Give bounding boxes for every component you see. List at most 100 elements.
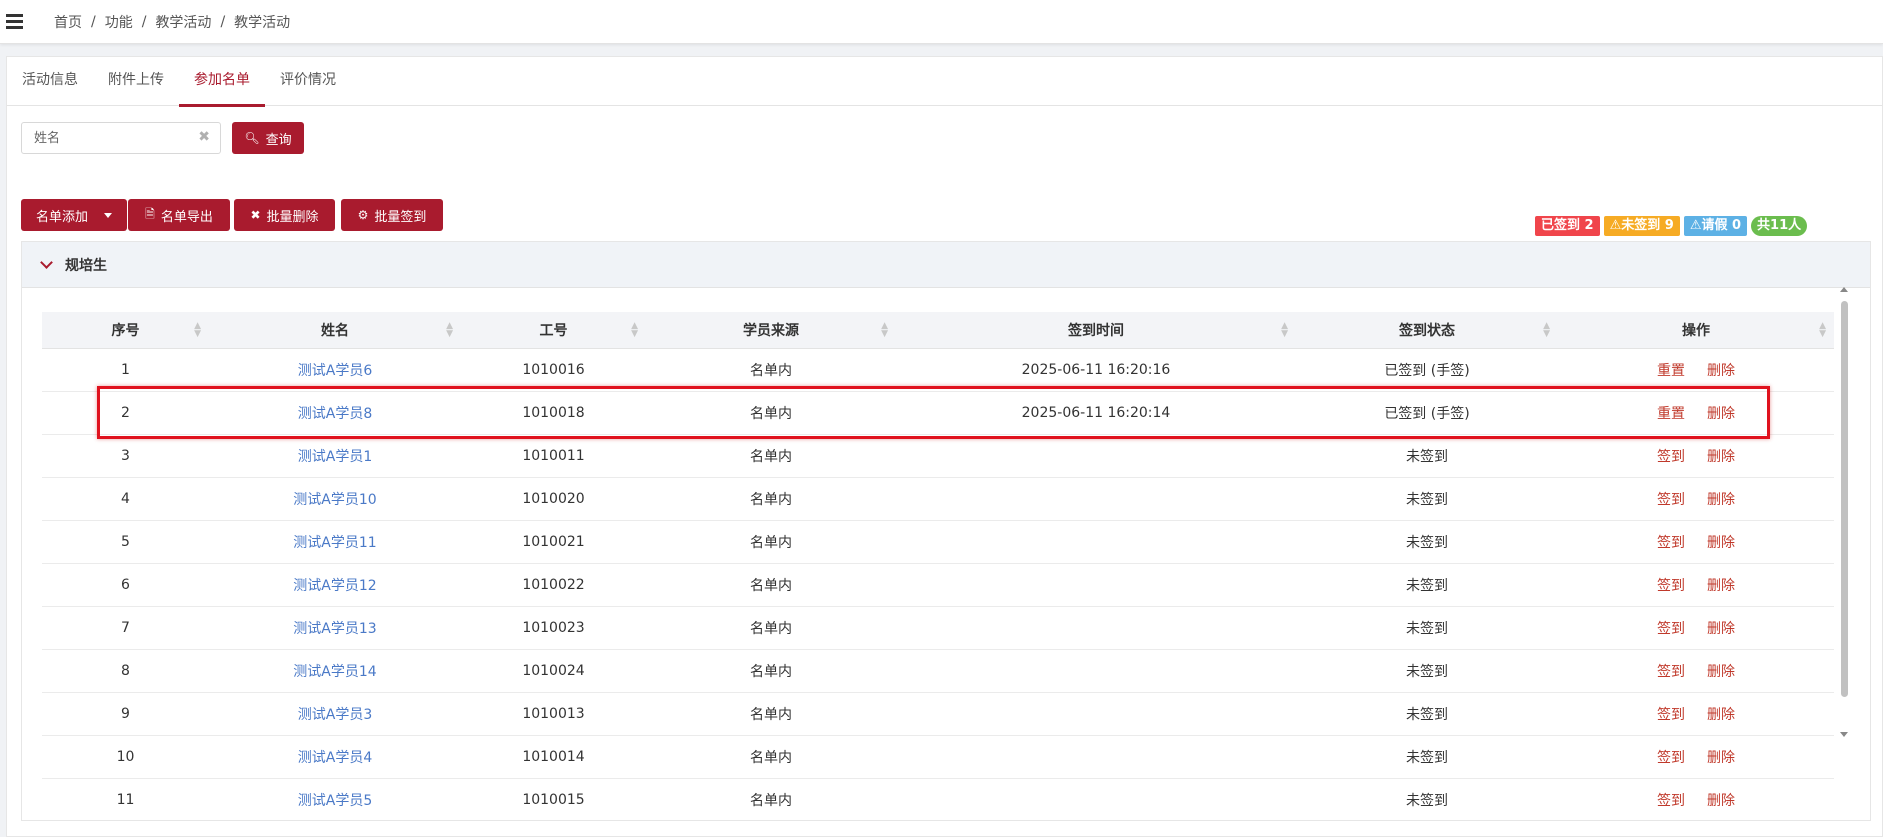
table-row: 5 测试A学员11 1010021 名单内 未签到 签到 删除 <box>42 520 1834 563</box>
row-primary-action-link[interactable]: 签到 <box>1657 707 1685 723</box>
cell-signin-status: 未签到 <box>1406 620 1448 637</box>
breadcrumb-item-function[interactable]: 功能 <box>105 12 133 32</box>
table-scrollbar[interactable] <box>1837 287 1851 737</box>
row-delete-link[interactable]: 删除 <box>1707 535 1735 551</box>
column-header-id[interactable]: 工号 ▲ ▼ <box>461 312 646 349</box>
row-primary-action-link[interactable]: 签到 <box>1657 449 1685 465</box>
cell-signin-status: 已签到 (手签) <box>1384 362 1470 379</box>
cell-name: 测试A学员14 <box>209 649 461 692</box>
row-primary-action-link[interactable]: 重置 <box>1657 406 1685 422</box>
total-count-badge: 共11人 <box>1751 216 1808 236</box>
row-delete-link[interactable]: 删除 <box>1707 578 1735 594</box>
cell-index: 10 <box>116 748 135 765</box>
cell-signin-time <box>896 477 1296 520</box>
breadcrumb-item-home[interactable]: 首页 <box>54 12 82 32</box>
tab-bar: 活动信息 附件上传 参加名单 评价情况 <box>7 57 1882 107</box>
trainee-name-link[interactable]: 测试A学员6 <box>298 363 372 379</box>
column-header-name[interactable]: 姓名 ▲ ▼ <box>209 312 461 349</box>
row-delete-link[interactable]: 删除 <box>1707 621 1735 637</box>
row-delete-link[interactable]: 删除 <box>1707 406 1735 422</box>
row-primary-action-link[interactable]: 签到 <box>1657 621 1685 637</box>
row-primary-action-link[interactable]: 签到 <box>1657 750 1685 766</box>
cell-actions: 签到 删除 <box>1558 606 1834 649</box>
cell-index: 1 <box>121 361 130 378</box>
trainee-name-link[interactable]: 测试A学员3 <box>298 707 372 723</box>
row-primary-action-link[interactable]: 签到 <box>1657 793 1685 809</box>
trainee-name-link[interactable]: 测试A学员8 <box>298 406 372 422</box>
scroll-down-arrow-icon[interactable] <box>1840 732 1848 737</box>
column-header-signin-time[interactable]: 签到时间 ▲ ▼ <box>896 312 1296 349</box>
row-delete-link[interactable]: 删除 <box>1707 449 1735 465</box>
export-list-button[interactable]: 🗎 名单导出 <box>128 199 230 231</box>
row-primary-action-link[interactable]: 重置 <box>1657 363 1685 379</box>
leave-count-badge: ⚠请假 0 <box>1683 216 1748 236</box>
table-row: 2 测试A学员8 1010018 名单内 2025-06-11 16:20:14 已签到 … <box>42 391 1834 434</box>
trainee-name-link[interactable]: 测试A学员4 <box>298 750 372 766</box>
column-header-index[interactable]: 序号 ▲ ▼ <box>42 312 209 349</box>
cell-actions: 签到 删除 <box>1558 520 1834 563</box>
batch-delete-button[interactable]: ✖ 批量删除 <box>234 199 335 231</box>
tab-evaluation[interactable]: 评价情况 <box>265 57 351 105</box>
row-delete-link[interactable]: 删除 <box>1707 707 1735 723</box>
row-primary-action-link[interactable]: 签到 <box>1657 664 1685 680</box>
add-list-button[interactable]: 名单添加 <box>21 199 127 231</box>
breadcrumb-item-current: 教学活动 <box>234 14 291 31</box>
cell-name: 测试A学员13 <box>209 606 461 649</box>
cell-signin-time <box>896 563 1296 606</box>
row-delete-link[interactable]: 删除 <box>1707 793 1735 809</box>
signed-count-badge: 已签到 2 <box>1535 216 1600 236</box>
tab-participant-list[interactable]: 参加名单 <box>179 57 265 107</box>
row-primary-action-link[interactable]: 签到 <box>1657 492 1685 508</box>
row-delete-link[interactable]: 删除 <box>1707 750 1735 766</box>
cell-signin-time <box>896 735 1296 778</box>
breadcrumb: 首页 / 功能 / 教学活动 / 教学活动 <box>54 12 290 32</box>
participant-table: 序号 ▲ ▼ 姓名 ▲ ▼ 工号 ▲ ▼ 学员来源 ▲ ▼ 签到时间 ▲ ▼ 签到状态 ▲ ▼ 操作 ▲ ▼… <box>42 312 1834 808</box>
excel-file-icon: 🗎 <box>145 206 155 221</box>
tab-activity-info[interactable]: 活动信息 <box>7 57 93 105</box>
table-row: 10 测试A学员4 1010014 名单内 未签到 签到 删除 <box>42 735 1834 778</box>
sort-icon: ▲ ▼ <box>631 321 638 339</box>
cell-index: 11 <box>116 791 135 808</box>
column-header-actions: 操作 ▲ ▼ <box>1558 312 1834 349</box>
trainee-name-link[interactable]: 测试A学员12 <box>293 578 376 594</box>
cell-name: 测试A学员10 <box>209 477 461 520</box>
trainee-name-link[interactable]: 测试A学员5 <box>298 793 372 809</box>
sort-icon: ▲ ▼ <box>881 321 888 339</box>
cell-index: 2 <box>121 404 130 421</box>
tab-attachment-upload[interactable]: 附件上传 <box>93 57 179 105</box>
menu-toggle-icon[interactable] <box>0 0 32 44</box>
batch-signin-button[interactable]: ⚙ 批量签到 <box>341 199 443 231</box>
breadcrumb-item-teaching[interactable]: 教学活动 <box>155 12 211 32</box>
clear-icon[interactable]: ✖ <box>198 129 210 145</box>
column-header-signin-status[interactable]: 签到状态 ▲ ▼ <box>1296 312 1558 349</box>
scroll-up-arrow-icon[interactable] <box>1840 287 1848 292</box>
trainee-name-link[interactable]: 测试A学员11 <box>293 535 376 551</box>
cell-index: 9 <box>121 705 130 722</box>
panel-header[interactable]: 规培生 <box>22 242 1870 288</box>
row-delete-link[interactable]: 删除 <box>1707 664 1735 680</box>
cell-id: 1010018 <box>522 404 585 421</box>
row-delete-link[interactable]: 删除 <box>1707 363 1735 379</box>
row-delete-link[interactable]: 删除 <box>1707 492 1735 508</box>
caret-down-icon <box>104 212 112 218</box>
trainee-name-link[interactable]: 测试A学员1 <box>298 449 372 465</box>
scroll-thumb[interactable] <box>1841 301 1848 697</box>
summary-badges: 已签到 2 ⚠未签到 9 ⚠请假 0 共11人 <box>1535 216 1808 236</box>
row-primary-action-link[interactable]: 签到 <box>1657 578 1685 594</box>
cell-signin-time <box>896 778 1296 808</box>
query-button-label: 查询 <box>265 132 292 148</box>
name-search-input[interactable] <box>22 123 187 153</box>
table-header-row: 序号 ▲ ▼ 姓名 ▲ ▼ 工号 ▲ ▼ 学员来源 ▲ ▼ 签到时间 ▲ ▼ 签到状态 ▲ ▼ 操作 ▲ ▼ <box>42 312 1834 349</box>
cell-index: 7 <box>121 619 130 636</box>
table-body: 1 测试A学员6 1010016 名单内 2025-06-11 16:20:16 已签到 … <box>42 348 1834 808</box>
query-button[interactable]: 🔍︎ 查询 <box>232 122 304 154</box>
table-row: 4 测试A学员10 1010020 名单内 未签到 签到 删除 <box>42 477 1834 520</box>
cell-name: 测试A学员8 <box>209 391 461 434</box>
trainee-name-link[interactable]: 测试A学员13 <box>293 621 376 637</box>
column-header-source[interactable]: 学员来源 ▲ ▼ <box>646 312 896 349</box>
trainee-name-link[interactable]: 测试A学员10 <box>293 492 376 508</box>
trainee-name-link[interactable]: 测试A学员14 <box>293 664 376 680</box>
cell-source: 名单内 <box>750 792 792 809</box>
row-primary-action-link[interactable]: 签到 <box>1657 535 1685 551</box>
cell-index: 3 <box>121 447 130 464</box>
